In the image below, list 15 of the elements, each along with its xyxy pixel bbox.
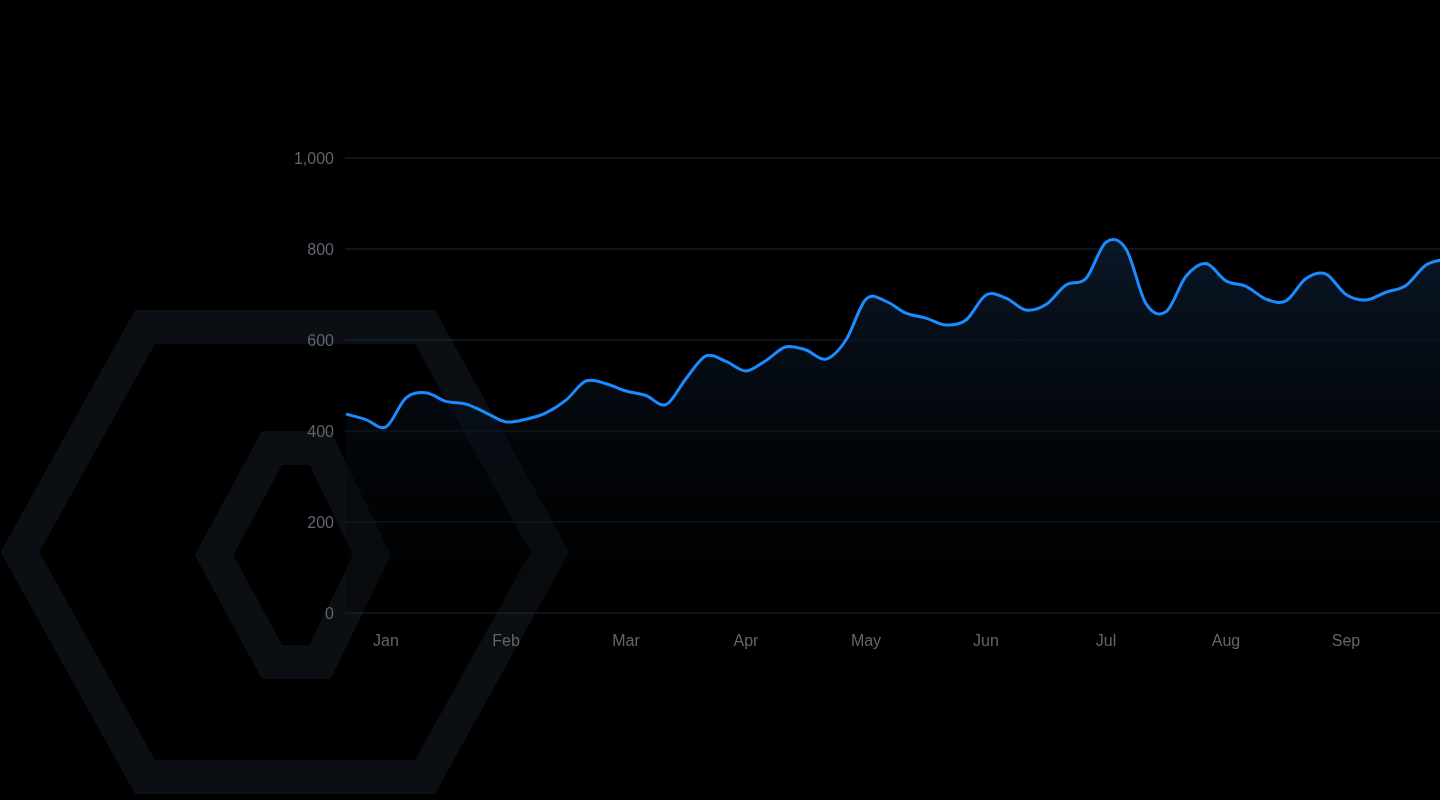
y-axis-label: 400 xyxy=(307,423,334,440)
x-axis-label: Mar xyxy=(612,632,640,649)
y-axis-label: 0 xyxy=(325,605,334,622)
x-axis-label: Sep xyxy=(1331,632,1361,649)
x-axis-label: May xyxy=(850,632,882,649)
x-axis-label: Feb xyxy=(492,632,520,649)
y-axis-label: 200 xyxy=(307,514,334,531)
x-axis-label: Apr xyxy=(733,632,759,649)
y-axis-label: 800 xyxy=(307,241,334,258)
y-axis-label: 1,000 xyxy=(293,150,334,167)
x-axis-label: Jul xyxy=(1095,632,1117,649)
x-axis-label: Jan xyxy=(373,632,399,649)
x-axis-label: Aug xyxy=(1211,632,1241,649)
y-axis-label: 600 xyxy=(307,332,334,349)
x-axis-label: Jun xyxy=(973,632,999,649)
